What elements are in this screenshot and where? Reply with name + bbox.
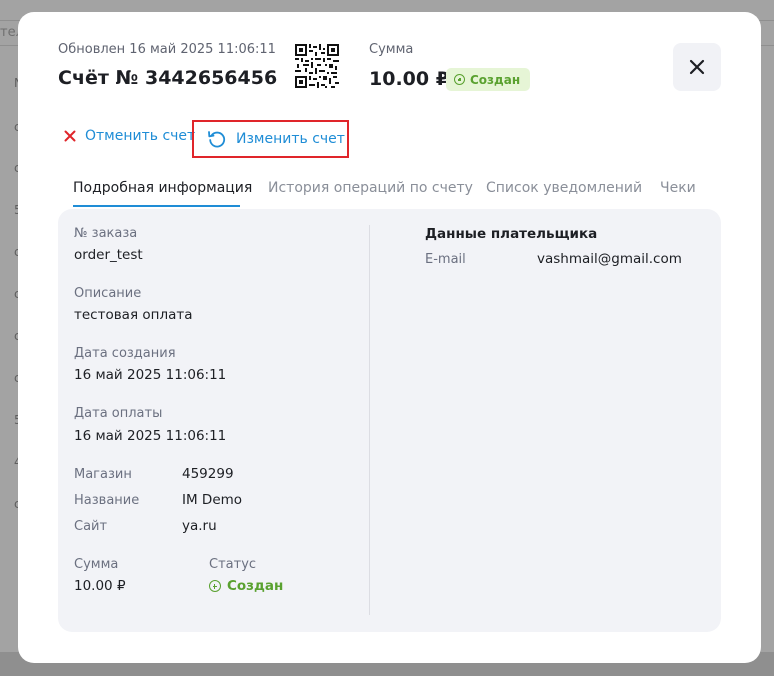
- site-value: ya.ru: [182, 518, 217, 534]
- cancel-invoice-button[interactable]: Отменить счет: [64, 128, 195, 144]
- paid-date-value: 16 май 2025 11:06:11: [74, 428, 227, 444]
- description-value: тестовая оплата: [74, 307, 193, 323]
- tab-details[interactable]: Подробная информация: [73, 180, 252, 196]
- shop-value: 459299: [182, 466, 234, 482]
- description-label: Описание: [74, 286, 142, 301]
- active-tab-indicator: [73, 205, 240, 207]
- shop-name-value: IM Demo: [182, 492, 243, 508]
- created-date-value: 16 май 2025 11:06:11: [74, 367, 227, 383]
- sum-label: Сумма: [369, 42, 414, 57]
- status-badge-label: Создан: [470, 72, 521, 87]
- updated-timestamp: Обновлен 16 май 2025 11:06:11: [58, 42, 276, 57]
- sum-value: 10.00 ₽: [369, 68, 449, 90]
- refresh-icon: [208, 131, 226, 148]
- close-button[interactable]: [673, 43, 721, 91]
- site-label: Сайт: [74, 519, 108, 534]
- paid-date-label: Дата оплаты: [74, 406, 163, 421]
- email-value: vashmail@gmail.com: [537, 251, 682, 267]
- details-sum-label: Сумма: [74, 557, 119, 572]
- details-status-label: Статус: [209, 557, 257, 572]
- order-label: № заказа: [74, 226, 138, 241]
- tab-notifications[interactable]: Список уведомлений: [486, 180, 642, 196]
- order-value: order_test: [74, 247, 143, 263]
- status-badge: Создан: [446, 68, 531, 91]
- shop-label: Магазин: [74, 467, 132, 482]
- cross-icon: [64, 130, 76, 142]
- qr-code-icon[interactable]: [295, 44, 339, 88]
- payer-section-title: Данные плательщика: [425, 226, 598, 242]
- edit-invoice-label: Изменить счет: [236, 131, 345, 147]
- close-icon: [689, 59, 705, 75]
- invoice-modal: Обновлен 16 май 2025 11:06:11 Счёт № 344…: [18, 12, 761, 663]
- invoice-title: Счёт № 3442656456: [58, 67, 278, 89]
- tab-receipts[interactable]: Чеки: [660, 180, 696, 196]
- plus-circle-icon: [209, 580, 221, 592]
- shop-name-label: Название: [74, 493, 140, 508]
- cancel-invoice-label: Отменить счет: [85, 128, 196, 144]
- created-date-label: Дата создания: [74, 346, 176, 361]
- tab-operations-history[interactable]: История операций по счету: [268, 180, 473, 196]
- plus-circle-icon: [454, 74, 465, 85]
- details-status-text: Создан: [227, 578, 284, 594]
- details-panel: № заказа order_test Описание тестовая оп…: [58, 209, 721, 632]
- column-divider: [369, 225, 370, 615]
- tab-bar: Подробная информация История операций по…: [58, 177, 721, 209]
- details-sum-value: 10.00 ₽: [74, 578, 126, 594]
- edit-invoice-button[interactable]: Изменить счет: [192, 120, 349, 158]
- details-status-value: Создан: [209, 578, 283, 594]
- email-label: E-mail: [425, 252, 466, 267]
